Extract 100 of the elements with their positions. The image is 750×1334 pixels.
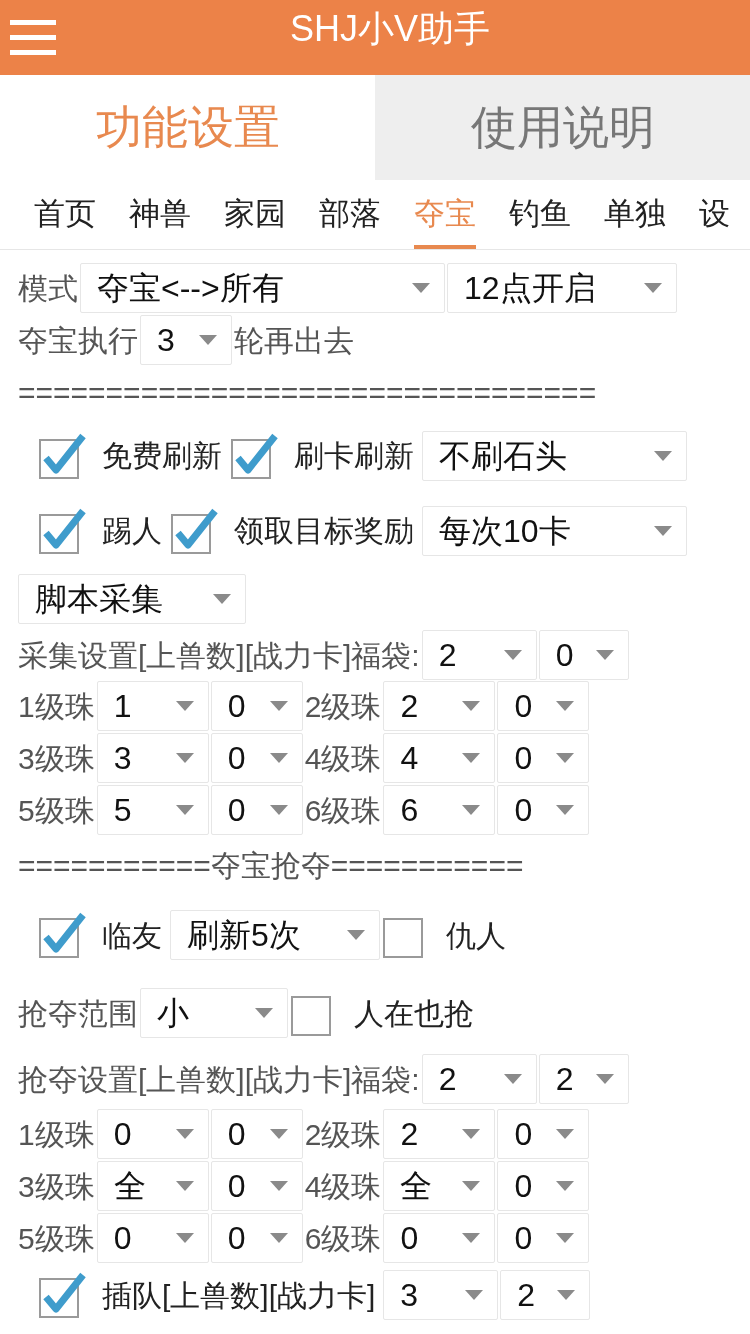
label: 2级珠 [304, 688, 382, 725]
dropdown[interactable]: 0 [497, 681, 590, 731]
caret-icon [556, 805, 575, 815]
caret-icon [462, 805, 481, 815]
dropdown[interactable]: 2 [383, 681, 496, 731]
dropdown[interactable]: 3 [383, 1270, 499, 1320]
dropdown[interactable]: 0 [497, 785, 590, 835]
checkbox[interactable] [38, 431, 88, 480]
dropdown[interactable]: 3 [96, 733, 209, 783]
checkbox[interactable] [170, 506, 220, 555]
checkbox-label: 免费刷新 [102, 438, 222, 474]
caret-icon [654, 450, 672, 461]
label: 采集设置[上兽数][战力卡]福袋: [18, 637, 420, 674]
dropdown[interactable]: 0 [210, 1161, 303, 1211]
checkbox[interactable] [38, 1271, 88, 1319]
caret-icon [503, 1074, 522, 1084]
dropdown[interactable]: 1 [96, 681, 209, 731]
dropdown[interactable]: 2 [421, 630, 537, 680]
caret-icon [462, 701, 481, 711]
dropdown[interactable]: 12点开启 [447, 263, 677, 313]
label: 6级珠 [304, 792, 382, 829]
caret-icon [465, 1290, 484, 1300]
tab[interactable]: 神兽 [129, 180, 191, 249]
checkbox-label: 仇人 [446, 917, 506, 954]
dropdown[interactable]: 6 [383, 785, 496, 835]
label: 抢夺范围 [18, 995, 138, 1032]
dropdown[interactable]: 0 [96, 1213, 209, 1263]
tab[interactable]: 单独 [604, 180, 666, 249]
caret-icon [412, 283, 430, 293]
caret-icon [557, 1290, 576, 1300]
dropdown[interactable]: 2 [421, 1054, 537, 1104]
checkbox-label: 插队[上兽数][战力卡] [102, 1277, 376, 1314]
caret-icon [269, 1181, 288, 1191]
dropdown[interactable]: 0 [497, 1161, 590, 1211]
dropdown[interactable]: 0 [497, 1109, 590, 1159]
dropdown[interactable]: 不刷石头 [422, 430, 687, 481]
caret-icon [175, 1181, 194, 1191]
dropdown[interactable]: 0 [538, 630, 629, 680]
menu-icon[interactable] [10, 19, 56, 56]
caret-icon [175, 805, 194, 815]
checkbox[interactable] [38, 911, 88, 959]
dropdown[interactable]: 0 [210, 1109, 303, 1159]
dropdown[interactable]: 4 [383, 733, 496, 783]
caret-icon [462, 1181, 481, 1191]
caret-icon [595, 1074, 614, 1084]
dropdown[interactable]: 小 [140, 988, 288, 1038]
dropdown[interactable]: 0 [210, 1213, 303, 1263]
dropdown[interactable]: 全 [96, 1161, 209, 1211]
dropdown[interactable]: 0 [96, 1109, 209, 1159]
caret-icon [269, 701, 288, 711]
caret-icon [175, 753, 194, 763]
caret-icon [654, 525, 672, 536]
caret-icon [175, 1233, 194, 1243]
dropdown[interactable]: 0 [383, 1213, 496, 1263]
tab[interactable]: 钓鱼 [509, 180, 571, 249]
dropdown[interactable]: 2 [538, 1054, 629, 1104]
checkbox[interactable] [230, 431, 280, 480]
dropdown[interactable]: 0 [210, 785, 303, 835]
label: 3级珠 [18, 740, 95, 777]
tab[interactable]: 使用说明 [375, 75, 750, 180]
dropdown[interactable]: 每次10卡 [422, 505, 687, 556]
dropdown[interactable]: 刷新5次 [170, 910, 380, 960]
checkbox-label: 领取目标奖励 [234, 513, 414, 549]
dropdown[interactable]: 全 [383, 1161, 496, 1211]
caret-icon [462, 1233, 481, 1243]
caret-icon [556, 1129, 575, 1139]
caret-icon [503, 650, 522, 660]
caret-icon [556, 701, 575, 711]
caret-icon [213, 594, 231, 604]
label: 轮再出去 [234, 322, 354, 359]
caret-icon [175, 701, 194, 711]
caret-icon [199, 335, 217, 345]
tab[interactable]: 家园 [224, 180, 286, 249]
tab[interactable]: 部落 [319, 180, 381, 249]
checkbox-label: 刷卡刷新 [294, 438, 414, 474]
dropdown[interactable]: 0 [497, 1213, 590, 1263]
label: 4级珠 [304, 740, 382, 777]
checkbox[interactable] [38, 506, 88, 555]
dropdown[interactable]: 0 [497, 733, 590, 783]
caret-icon [269, 805, 288, 815]
dropdown[interactable]: 脚本采集 [18, 574, 246, 624]
dropdown[interactable]: 夺宝<-->所有 [80, 263, 445, 313]
label: 夺宝执行 [18, 322, 138, 359]
dropdown[interactable]: 5 [96, 785, 209, 835]
checkbox-label: 人在也抢 [354, 995, 474, 1032]
dropdown[interactable]: 2 [500, 1270, 591, 1320]
tab[interactable]: 首页 [34, 180, 96, 249]
label: 3级珠 [18, 1168, 95, 1205]
label: 抢夺设置[上兽数][战力卡]福袋: [18, 1061, 420, 1098]
dropdown[interactable]: 0 [210, 733, 303, 783]
caret-icon [462, 753, 481, 763]
dropdown[interactable]: 2 [383, 1109, 496, 1159]
dropdown[interactable]: 3 [140, 315, 232, 365]
label: 模式 [18, 270, 78, 307]
caret-icon [269, 1233, 288, 1243]
label: 4级珠 [304, 1168, 382, 1205]
caret-icon [462, 1129, 481, 1139]
dropdown[interactable]: 0 [210, 681, 303, 731]
tab[interactable]: 设 [699, 180, 730, 249]
label: 6级珠 [304, 1220, 382, 1257]
